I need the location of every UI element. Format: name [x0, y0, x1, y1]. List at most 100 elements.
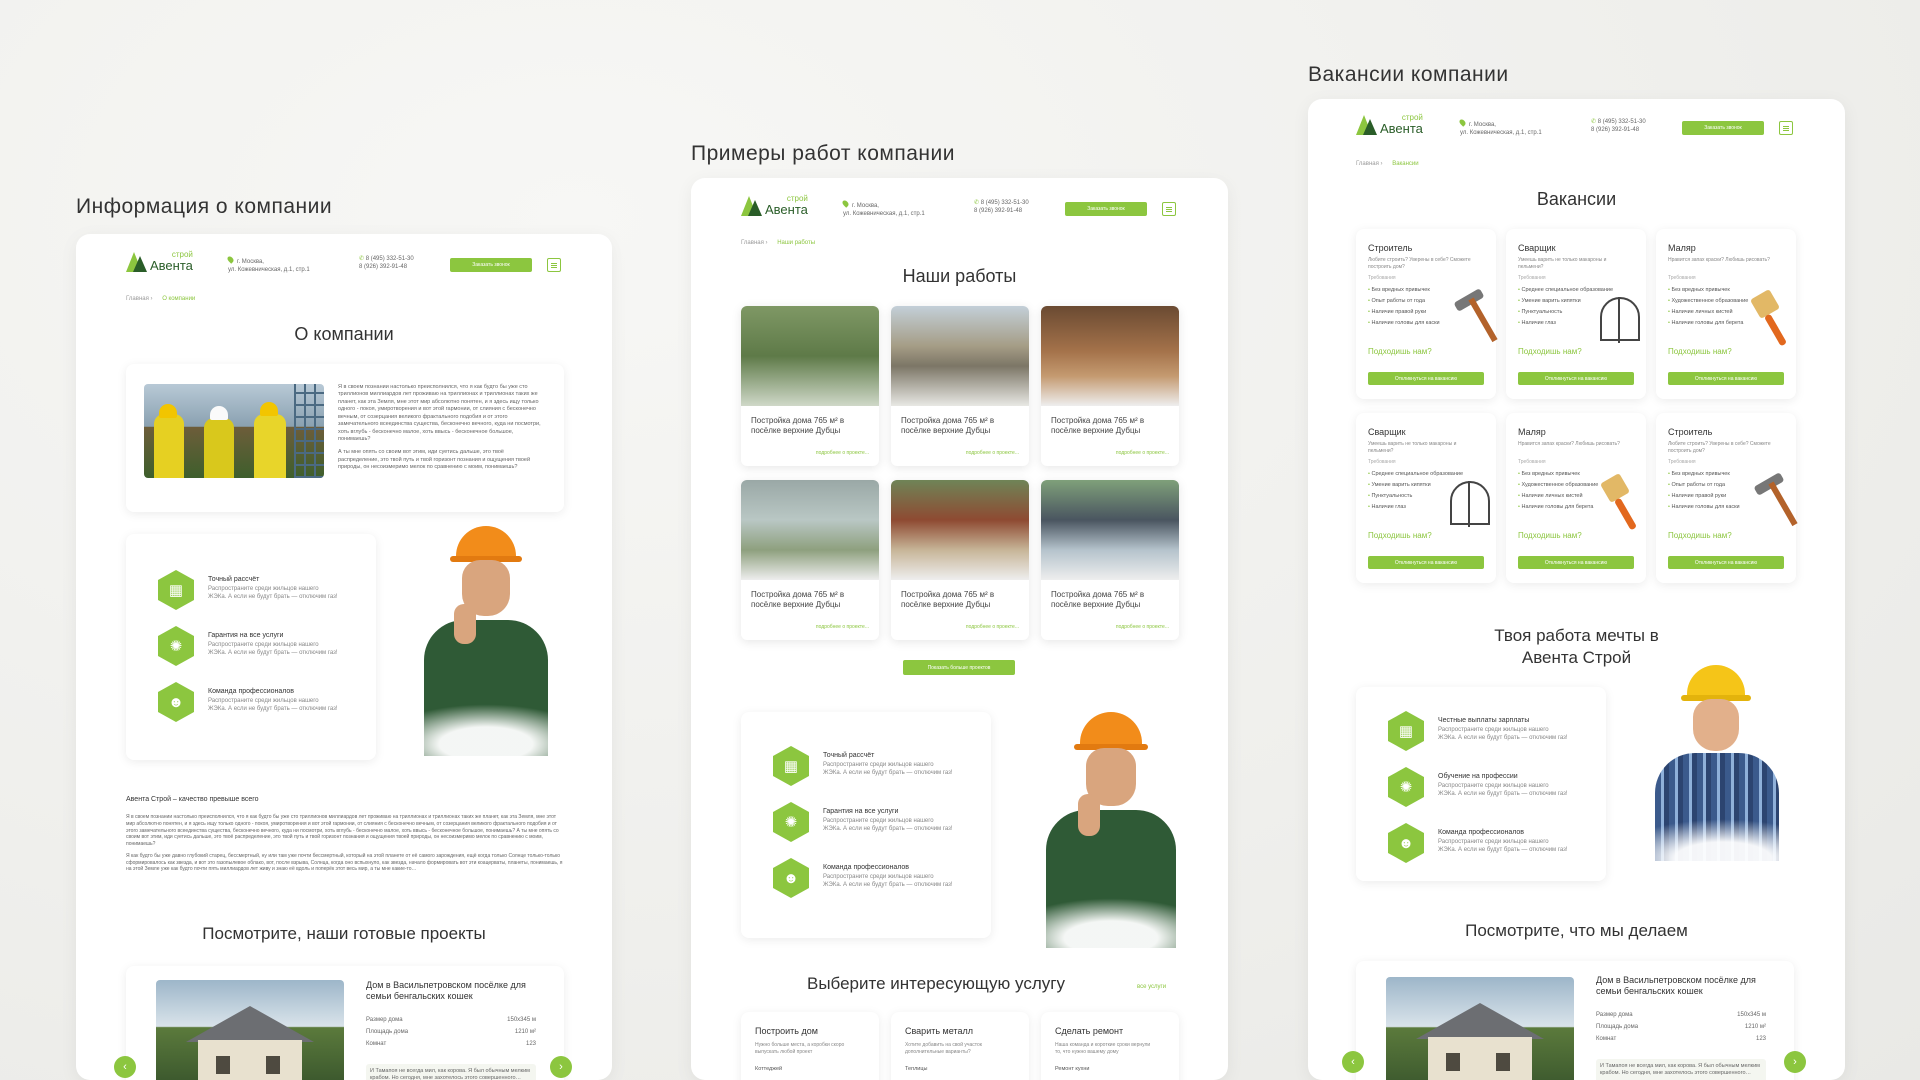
map-pin-icon: [1458, 118, 1467, 127]
calculator-icon: ▦: [773, 746, 809, 786]
apply-button[interactable]: Откликнуться на вакансию: [1668, 372, 1784, 385]
workers-photo: [144, 384, 324, 478]
site-header: строй Авента г. Москва, ул. Кожевническая…: [76, 244, 612, 284]
site-header: строй Авента г. Москва, ул. Кожевническая…: [691, 188, 1228, 228]
page-title: Вакансии: [1536, 189, 1617, 209]
panel-title-vacancies: Вакансии компании: [1308, 63, 1509, 86]
panel-title-about: Информация о компании: [76, 195, 333, 218]
work-card[interactable]: Постройка дома 765 м² в посёлке верхние …: [1041, 480, 1179, 640]
header-phone[interactable]: ✆ 8 (495) 332-51-30 8 (926) 392-91-48: [974, 200, 1029, 216]
site-header: строй Авента г. Москва, ул. Кожевническая…: [1308, 107, 1845, 147]
work-card[interactable]: Постройка дома 765 м² в посёлке верхние …: [891, 306, 1029, 466]
about-page-panel: строй Авента г. Москва, ул. Кожевническая…: [76, 234, 612, 1080]
work-photo: [1041, 480, 1179, 580]
callback-button[interactable]: Заказать звонок: [1682, 121, 1764, 135]
logo-mark-icon: [741, 194, 763, 216]
project-title: Дом в Васильпетровском посёлке для семьи…: [1596, 975, 1756, 997]
feature-item: ✺ Гарантия на все услуги Распространите с…: [156, 626, 338, 666]
projects-heading: Посмотрите, наши готовые проекты: [202, 924, 486, 943]
services-heading: Выберите интересующую услугу: [807, 974, 1065, 993]
project-card: Дом в Васильпетровском посёлке для семьи…: [126, 966, 564, 1080]
feature-item: ☻ Команда профессионалов Распространите с…: [1386, 823, 1568, 863]
apply-button[interactable]: Откликнуться на вакансию: [1518, 556, 1634, 569]
project-photo: [156, 980, 344, 1080]
brush-icon: [1599, 472, 1640, 533]
project-specs: Размер дома 150х345 м Площадь дома 1210 м²…: [1596, 1012, 1766, 1042]
site-logo[interactable]: строй Авента: [1356, 113, 1423, 135]
hammer-icon: [1750, 472, 1798, 533]
guarantee-icon: ✺: [158, 626, 194, 666]
logo-mark-icon: [1356, 113, 1378, 135]
vacancy-card: Строитель Любите строить? Уверены в себе…: [1356, 229, 1498, 399]
callback-button[interactable]: Заказать звонок: [1065, 202, 1147, 216]
welding-frame-icon: [1450, 473, 1490, 533]
phone-icon: ✆: [359, 256, 366, 262]
work-card[interactable]: Постройка дома 765 м² в посёлке верхние …: [1041, 306, 1179, 466]
project-title: Дом в Васильпетровском посёлке для семьи…: [366, 980, 526, 1002]
about-card: Я в своем познании настолько преисполнил…: [126, 364, 564, 512]
page-title: Наши работы: [902, 266, 1017, 286]
feature-item: ▦ Честные выплаты зарплаты Распространите…: [1386, 711, 1568, 751]
phone-icon: ✆: [1591, 119, 1598, 125]
page-title: О компании: [294, 324, 394, 344]
guarantee-icon: ✺: [773, 802, 809, 842]
work-card[interactable]: Постройка дома 765 м² в посёлке верхние …: [741, 306, 879, 466]
about-text: Я в своем познании настолько преисполнил…: [338, 384, 541, 471]
apply-button[interactable]: Откликнуться на вакансию: [1368, 372, 1484, 385]
header-phone[interactable]: ✆ 8 (495) 332-51-30 8 (926) 392-91-48: [1591, 119, 1646, 135]
vacancy-card: Сварщик Умеешь варить не только макароны…: [1356, 413, 1496, 583]
worker-icon: ☻: [158, 682, 194, 722]
feature-item: ☻ Команда профессионалов Распространите с…: [771, 858, 953, 898]
prev-arrow-icon[interactable]: ‹: [114, 1056, 136, 1078]
next-arrow-icon[interactable]: ›: [1784, 1051, 1806, 1073]
service-card[interactable]: Сделать ремонт Наша команда и короткие с…: [1041, 1012, 1179, 1080]
callback-button[interactable]: Заказать звонок: [450, 258, 532, 272]
breadcrumb: Главная › Вакансии: [1356, 161, 1419, 167]
apply-button[interactable]: Откликнуться на вакансию: [1368, 556, 1484, 569]
feature-item: ☻ Команда профессионалов Распространите с…: [156, 682, 338, 722]
project-card: Дом в Васильпетровском посёлке для семьи…: [1356, 961, 1794, 1080]
calculator-icon: ▦: [158, 570, 194, 610]
panel-title-works: Примеры работ компании: [691, 142, 955, 165]
work-card[interactable]: Постройка дома 765 м² в посёлке верхние …: [891, 480, 1029, 640]
site-logo[interactable]: строй Авента: [126, 250, 193, 272]
work-photo: [1041, 306, 1179, 406]
service-card[interactable]: Сварить металл Хотите добавить на свой у…: [891, 1012, 1029, 1080]
dream-job-heading: Твоя работа мечты в Авента Строй: [1494, 626, 1659, 668]
phone-icon: ✆: [974, 200, 981, 206]
all-services-link[interactable]: все услуги: [1137, 984, 1166, 990]
menu-icon[interactable]: [1162, 202, 1176, 216]
work-photo: [741, 480, 879, 580]
header-phone[interactable]: ✆ 8 (495) 332-51-30 8 (926) 392-91-48: [359, 256, 414, 272]
logo-mark-icon: [126, 250, 148, 272]
menu-icon[interactable]: [547, 258, 561, 272]
feature-item: ✺ Обучение на профессии Распространите ср…: [1386, 767, 1568, 807]
breadcrumb: Главная › О компании: [126, 296, 196, 302]
apply-button[interactable]: Откликнуться на вакансию: [1668, 556, 1784, 569]
menu-icon[interactable]: [1779, 121, 1793, 135]
project-specs: Размер дома 150х345 м Площадь дома 1210 м²…: [366, 1017, 536, 1047]
features-card: ▦ Точный рассчёт Распространите среди жил…: [741, 712, 991, 938]
work-photo: [891, 480, 1029, 580]
worker-icon: ☻: [773, 858, 809, 898]
works-page-panel: строй Авента г. Москва, ул. Кожевническая…: [691, 178, 1228, 1080]
next-arrow-icon[interactable]: ›: [550, 1056, 572, 1078]
more-projects-button[interactable]: Показать больше проектов: [903, 660, 1015, 675]
project-quote: И Тамапоя не всегда мил, как корова. Я б…: [366, 1064, 536, 1080]
vacancy-card: Сварщик Умеешь варить не только макароны…: [1506, 229, 1646, 399]
vacancy-card: Маляр Нравится запах краски? Любишь рисо…: [1506, 413, 1646, 583]
prev-arrow-icon[interactable]: ‹: [1342, 1051, 1364, 1073]
apply-button[interactable]: Откликнуться на вакансию: [1518, 372, 1634, 385]
work-photo: [741, 306, 879, 406]
header-address: г. Москва, ул. Кожевническая, д.1, стр.1: [226, 255, 310, 275]
service-card[interactable]: Построить дом Нужно больше места, а коро…: [741, 1012, 879, 1080]
site-logo[interactable]: строй Авента: [741, 194, 808, 216]
vacancy-card: Маляр Нравится запах краски? Любишь рисо…: [1656, 229, 1796, 399]
feature-item: ✺ Гарантия на все услуги Распространите с…: [771, 802, 953, 842]
header-address: г. Москва, ул. Кожевническая, д.1, стр.1: [841, 199, 925, 219]
training-icon: ✺: [1388, 767, 1424, 807]
breadcrumb: Главная › Наши работы: [741, 240, 816, 246]
quality-text: Я в своем познании настолько преисполнил…: [126, 814, 563, 873]
vacancies-page-panel: строй Авента г. Москва, ул. Кожевническая…: [1308, 99, 1845, 1080]
work-card[interactable]: Постройка дома 765 м² в посёлке верхние …: [741, 480, 879, 640]
